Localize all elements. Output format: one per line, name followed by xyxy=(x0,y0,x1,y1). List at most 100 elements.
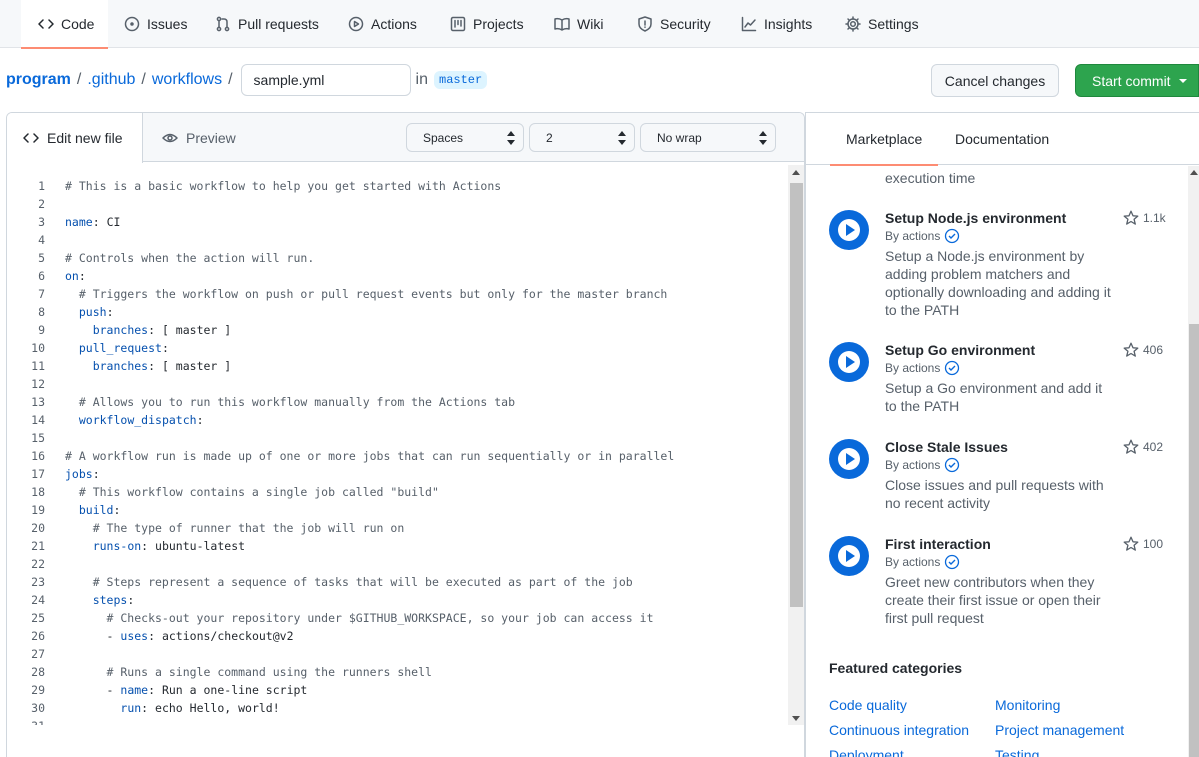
code-line[interactable]: 1 # This is a basic workflow to help you … xyxy=(7,177,787,195)
code-line[interactable]: 24 steps: xyxy=(7,591,787,609)
verified-icon xyxy=(945,360,960,376)
code-line[interactable]: 2 xyxy=(7,195,787,213)
line-number: 9 xyxy=(38,323,45,337)
in-label: in xyxy=(415,71,428,88)
code-line[interactable]: 6 on: xyxy=(7,267,787,285)
scrollbar-thumb[interactable] xyxy=(1189,324,1199,757)
line-number: 24 xyxy=(31,593,45,607)
indent-mode-select[interactable]: Spaces xyxy=(406,123,524,152)
code-line[interactable]: 28 # Runs a single command using the run… xyxy=(7,663,787,681)
breadcrumb-repo[interactable]: program xyxy=(6,71,71,89)
tab-pull-requests[interactable]: Pull requests xyxy=(215,0,319,48)
category-link[interactable]: Continuous integration xyxy=(829,722,969,738)
marketplace-item-title[interactable]: Close Stale Issues xyxy=(885,439,1008,455)
wrap-mode-value: No wrap xyxy=(657,130,702,145)
code-editor[interactable]: 1 # This is a basic workflow to help you … xyxy=(7,177,787,725)
code-line[interactable]: 10 pull_request: xyxy=(7,339,787,357)
code-line[interactable]: 26 - uses: actions/checkout@v2 xyxy=(7,627,787,645)
category-link[interactable]: Deployment xyxy=(829,747,904,757)
code-text: # The type of runner that the job will r… xyxy=(65,521,405,535)
star-count: 406 xyxy=(1123,342,1163,358)
category-link[interactable]: Code quality xyxy=(829,697,907,713)
star-icon xyxy=(1123,439,1139,454)
code-line[interactable]: 9 branches: [ master ] xyxy=(7,321,787,339)
scroll-up-icon[interactable] xyxy=(1190,170,1198,175)
line-number: 15 xyxy=(31,431,45,445)
code-text: - name: Run a one-line script xyxy=(65,683,308,697)
sidebar-scrollbar[interactable] xyxy=(1188,166,1199,757)
breadcrumb-workflows-dir[interactable]: workflows xyxy=(152,71,222,89)
start-commit-button[interactable]: Start commit xyxy=(1075,64,1199,97)
verified-icon xyxy=(945,228,960,244)
tab-settings[interactable]: Settings xyxy=(845,0,919,48)
line-number: 11 xyxy=(31,359,45,373)
code-line[interactable]: 14 workflow_dispatch: xyxy=(7,411,787,429)
tab-insights[interactable]: Insights xyxy=(741,0,812,48)
code-line[interactable]: 5 # Controls when the action will run. xyxy=(7,249,787,267)
code-line[interactable]: 18 # This workflow contains a single job… xyxy=(7,483,787,501)
code-line[interactable]: 25 # Checks-out your repository under $G… xyxy=(7,609,787,627)
scroll-up-icon[interactable] xyxy=(792,170,800,175)
code-line[interactable]: 16 # A workflow run is made up of one or … xyxy=(7,447,787,465)
line-number: 22 xyxy=(31,557,45,571)
line-number: 17 xyxy=(31,467,45,481)
tab-preview[interactable]: Preview xyxy=(162,113,236,162)
marketplace-item-title[interactable]: First interaction xyxy=(885,536,991,552)
code-line[interactable]: 3 name: CI xyxy=(7,213,787,231)
code-line[interactable]: 23 # Steps represent a sequence of tasks… xyxy=(7,573,787,591)
tab-code[interactable]: Code xyxy=(21,0,108,49)
code-line[interactable]: 31 xyxy=(7,717,787,725)
code-line[interactable]: 11 branches: [ master ] xyxy=(7,357,787,375)
breadcrumb-github-dir[interactable]: .github xyxy=(87,71,135,89)
code-line[interactable]: 19 build: xyxy=(7,501,787,519)
code-line[interactable]: 13 # Allows you to run this workflow man… xyxy=(7,393,787,411)
wrap-mode-select[interactable]: No wrap xyxy=(640,123,776,152)
code-text: push: xyxy=(78,305,114,319)
category-link[interactable]: Monitoring xyxy=(995,697,1060,713)
indent-size-select[interactable]: 2 xyxy=(529,123,635,152)
tab-security[interactable]: Security xyxy=(637,0,711,48)
code-line[interactable]: 22 xyxy=(7,555,787,573)
tab-documentation[interactable]: Documentation xyxy=(955,113,1049,165)
code-text: # Allows you to run this workflow manual… xyxy=(65,395,516,409)
code-text: on: xyxy=(65,269,86,283)
tab-wiki[interactable]: Wiki xyxy=(554,0,603,48)
category-link[interactable]: Project management xyxy=(995,722,1124,738)
action-play-icon[interactable] xyxy=(829,439,869,479)
star-count-value: 100 xyxy=(1143,537,1164,551)
code-line[interactable]: 17 jobs: xyxy=(7,465,787,483)
scrollbar-thumb[interactable] xyxy=(790,183,803,607)
cancel-changes-button[interactable]: Cancel changes xyxy=(931,64,1059,97)
marketplace-item-title[interactable]: Setup Go environment xyxy=(885,342,1035,358)
category-link[interactable]: Testing xyxy=(995,747,1039,757)
marketplace-item-title[interactable]: Setup Node.js environment xyxy=(885,210,1066,226)
tab-issues[interactable]: Issues xyxy=(124,0,187,48)
code-line[interactable]: 8 push: xyxy=(7,303,787,321)
tab-edit-new-file[interactable]: Edit new file xyxy=(7,113,143,163)
code-line[interactable]: 30 run: echo Hello, world! xyxy=(7,699,787,717)
code-text: # Steps represent a sequence of tasks th… xyxy=(65,575,633,589)
editor-scrollbar[interactable] xyxy=(788,165,804,725)
code-line[interactable]: 4 xyxy=(7,231,787,249)
code-line[interactable]: 21 runs-on: ubuntu-latest xyxy=(7,537,787,555)
action-play-icon[interactable] xyxy=(829,342,869,382)
code-line[interactable]: 29 - name: Run a one-line script xyxy=(7,681,787,699)
pull-request-icon xyxy=(216,16,230,32)
code-line[interactable]: 15 xyxy=(7,429,787,447)
code-icon xyxy=(23,133,39,143)
action-play-icon[interactable] xyxy=(829,536,869,576)
tab-actions[interactable]: Actions xyxy=(348,0,417,48)
scroll-down-icon[interactable] xyxy=(792,716,800,721)
line-number: 25 xyxy=(31,611,45,625)
code-line[interactable]: 12 xyxy=(7,375,787,393)
tab-marketplace[interactable]: Marketplace xyxy=(829,113,939,166)
code-line[interactable]: 27 xyxy=(7,645,787,663)
filename-input[interactable] xyxy=(240,64,411,96)
code-line[interactable]: 7 # Triggers the workflow on push or pul… xyxy=(7,285,787,303)
code-line[interactable]: 20 # The type of runner that the job wil… xyxy=(7,519,787,537)
tab-settings-label: Settings xyxy=(868,16,919,32)
action-play-icon[interactable] xyxy=(829,210,869,250)
tab-projects[interactable]: Projects xyxy=(450,0,524,48)
